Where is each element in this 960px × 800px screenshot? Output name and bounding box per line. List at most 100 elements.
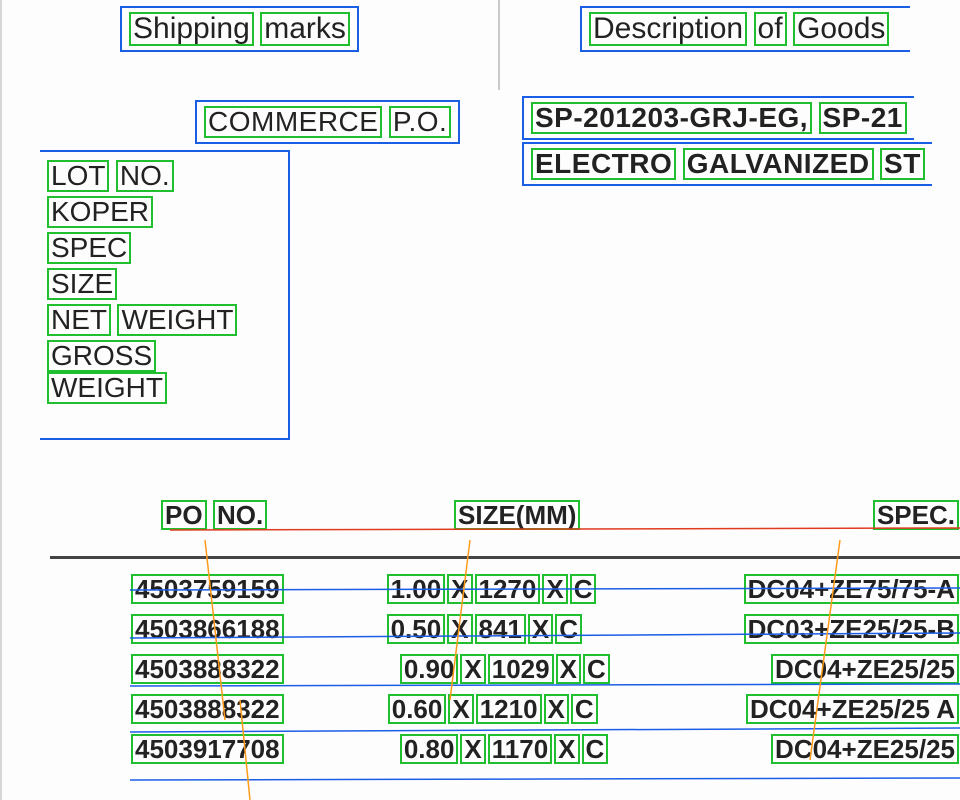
word: X — [528, 614, 553, 644]
value-po-no: 4503759159 — [131, 574, 284, 604]
cell-size: 1.00X1270XC — [361, 574, 633, 604]
word: 1.00 — [387, 574, 446, 604]
word: 1170 — [488, 734, 552, 764]
table-row: 45037591591.00X1270XCDC04+ZE75/75-A — [60, 574, 960, 604]
word: P.O. — [389, 106, 451, 138]
value-spec: DC04+ZE75/75-A — [744, 574, 959, 604]
order-table-body: 45037591591.00X1270XCDC04+ZE75/75-A45038… — [60, 564, 960, 764]
document-page: Shipping marks Description of Goods COMM… — [0, 0, 960, 800]
table-row: 45038661880.50X841XCDC03+ZE25/25-B — [60, 614, 960, 644]
word: GALVANIZED — [683, 148, 874, 180]
cell-spec: DC04+ZE25/25 — [660, 734, 960, 764]
word: 1210 — [476, 694, 542, 724]
word: C — [570, 574, 597, 604]
value-po-no: 4503917708 — [131, 734, 284, 764]
word: X — [554, 734, 579, 764]
label-koper: KOPER — [46, 196, 282, 228]
word: of — [754, 12, 787, 46]
word: C — [571, 694, 598, 724]
word: COMMERCE — [204, 106, 382, 138]
word: marks — [260, 12, 350, 46]
value-spec: DC04+ZE25/25 A — [746, 694, 959, 724]
table-rule-line — [50, 556, 960, 559]
word: C — [583, 654, 610, 684]
label-lot-no: LOT NO. — [46, 160, 282, 192]
cell-spec: DC04+ZE25/25 A — [635, 694, 960, 724]
value-po-no: 4503888322 — [131, 694, 284, 724]
cell-po-no: 4503888322 — [60, 694, 362, 724]
word: X — [448, 694, 473, 724]
page-left-edge — [0, 0, 2, 800]
commerce-po-label: COMMERCE P.O. — [195, 100, 460, 144]
word: GROSS — [47, 340, 156, 372]
col-header-spec: SPEC. — [692, 500, 960, 530]
table-header-row: PO NO. SIZE(MM) SPEC. — [60, 500, 960, 530]
word: SP-201203-GRJ-EG, — [531, 102, 812, 134]
word: C — [555, 614, 582, 644]
word: NET — [47, 304, 111, 336]
shipping-mark-labels-block: LOT NO. KOPER SPEC SIZE NET WEIGHT GROSS… — [40, 150, 290, 440]
col-header-po-no: PO NO. — [60, 500, 383, 530]
word: Shipping — [129, 12, 254, 46]
word: SP-21 — [819, 102, 907, 134]
word: X — [460, 734, 485, 764]
word: 0.60 — [388, 694, 447, 724]
label-size: SIZE — [46, 268, 282, 300]
word: WEIGHT — [117, 304, 237, 336]
cell-size: 0.80X1170XC — [374, 734, 660, 764]
shipping-marks-header: Shipping marks — [120, 6, 359, 52]
word: PO — [161, 500, 207, 530]
word: X — [447, 574, 472, 604]
cell-spec: DC04+ZE25/25 — [660, 654, 960, 684]
word: X — [544, 694, 569, 724]
word: 0.80 — [400, 734, 459, 764]
label-spec: SPEC — [46, 232, 282, 264]
word: KOPER — [47, 196, 153, 228]
word: ELECTRO — [531, 148, 676, 180]
table-row: 45038883220.60X1210XCDC04+ZE25/25 A — [60, 694, 960, 724]
column-divider — [498, 0, 500, 90]
table-row: 45038883220.90X1029XCDC04+ZE25/25 — [60, 654, 960, 684]
word: NO. — [213, 500, 267, 530]
cell-po-no: 4503866188 — [60, 614, 361, 644]
value-po-no: 4503866188 — [131, 614, 284, 644]
word: SPEC — [47, 232, 131, 264]
word: SIZE — [47, 268, 117, 300]
word: X — [447, 614, 472, 644]
word: Goods — [793, 12, 889, 46]
cell-size: 0.60X1210XC — [362, 694, 635, 724]
word: X — [556, 654, 581, 684]
word: 1029 — [488, 654, 554, 684]
product-description-line: ELECTRO GALVANIZED ST — [522, 142, 932, 186]
word: Description — [589, 12, 747, 46]
label-gross-weight: GROSS WEIGHT — [46, 340, 282, 404]
word: C — [582, 734, 609, 764]
cell-size: 0.90X1029XC — [374, 654, 660, 684]
table-row: 45039177080.80X1170XCDC04+ZE25/25 — [60, 734, 960, 764]
word: LOT — [47, 160, 109, 192]
word: 0.90 — [400, 654, 459, 684]
cell-po-no: 4503759159 — [60, 574, 361, 604]
value-spec: DC04+ZE25/25 — [771, 654, 959, 684]
cell-spec: DC04+ZE75/75-A — [633, 574, 960, 604]
sp-code-line: SP-201203-GRJ-EG, SP-21 — [522, 96, 914, 140]
cell-po-no: 4503917708 — [60, 734, 374, 764]
word: SIZE(MM) — [454, 500, 580, 530]
word: 1270 — [475, 574, 541, 604]
word: 0.50 — [387, 614, 446, 644]
order-table: PO NO. SIZE(MM) SPEC. — [60, 500, 960, 530]
description-of-goods-header: Description of Goods — [580, 6, 910, 52]
value-spec: DC04+ZE25/25 — [771, 734, 959, 764]
word: X — [460, 654, 485, 684]
word: 841 — [475, 614, 526, 644]
col-header-size: SIZE(MM) — [383, 500, 692, 530]
value-po-no: 4503888322 — [131, 654, 284, 684]
cell-size: 0.50X841XC — [361, 614, 633, 644]
word: SPEC. — [873, 500, 959, 530]
label-net-weight: NET WEIGHT — [46, 304, 282, 336]
word: WEIGHT — [47, 372, 167, 404]
word: X — [542, 574, 567, 604]
word: NO. — [116, 160, 174, 192]
value-spec: DC03+ZE25/25-B — [744, 614, 959, 644]
cell-po-no: 4503888322 — [60, 654, 374, 684]
